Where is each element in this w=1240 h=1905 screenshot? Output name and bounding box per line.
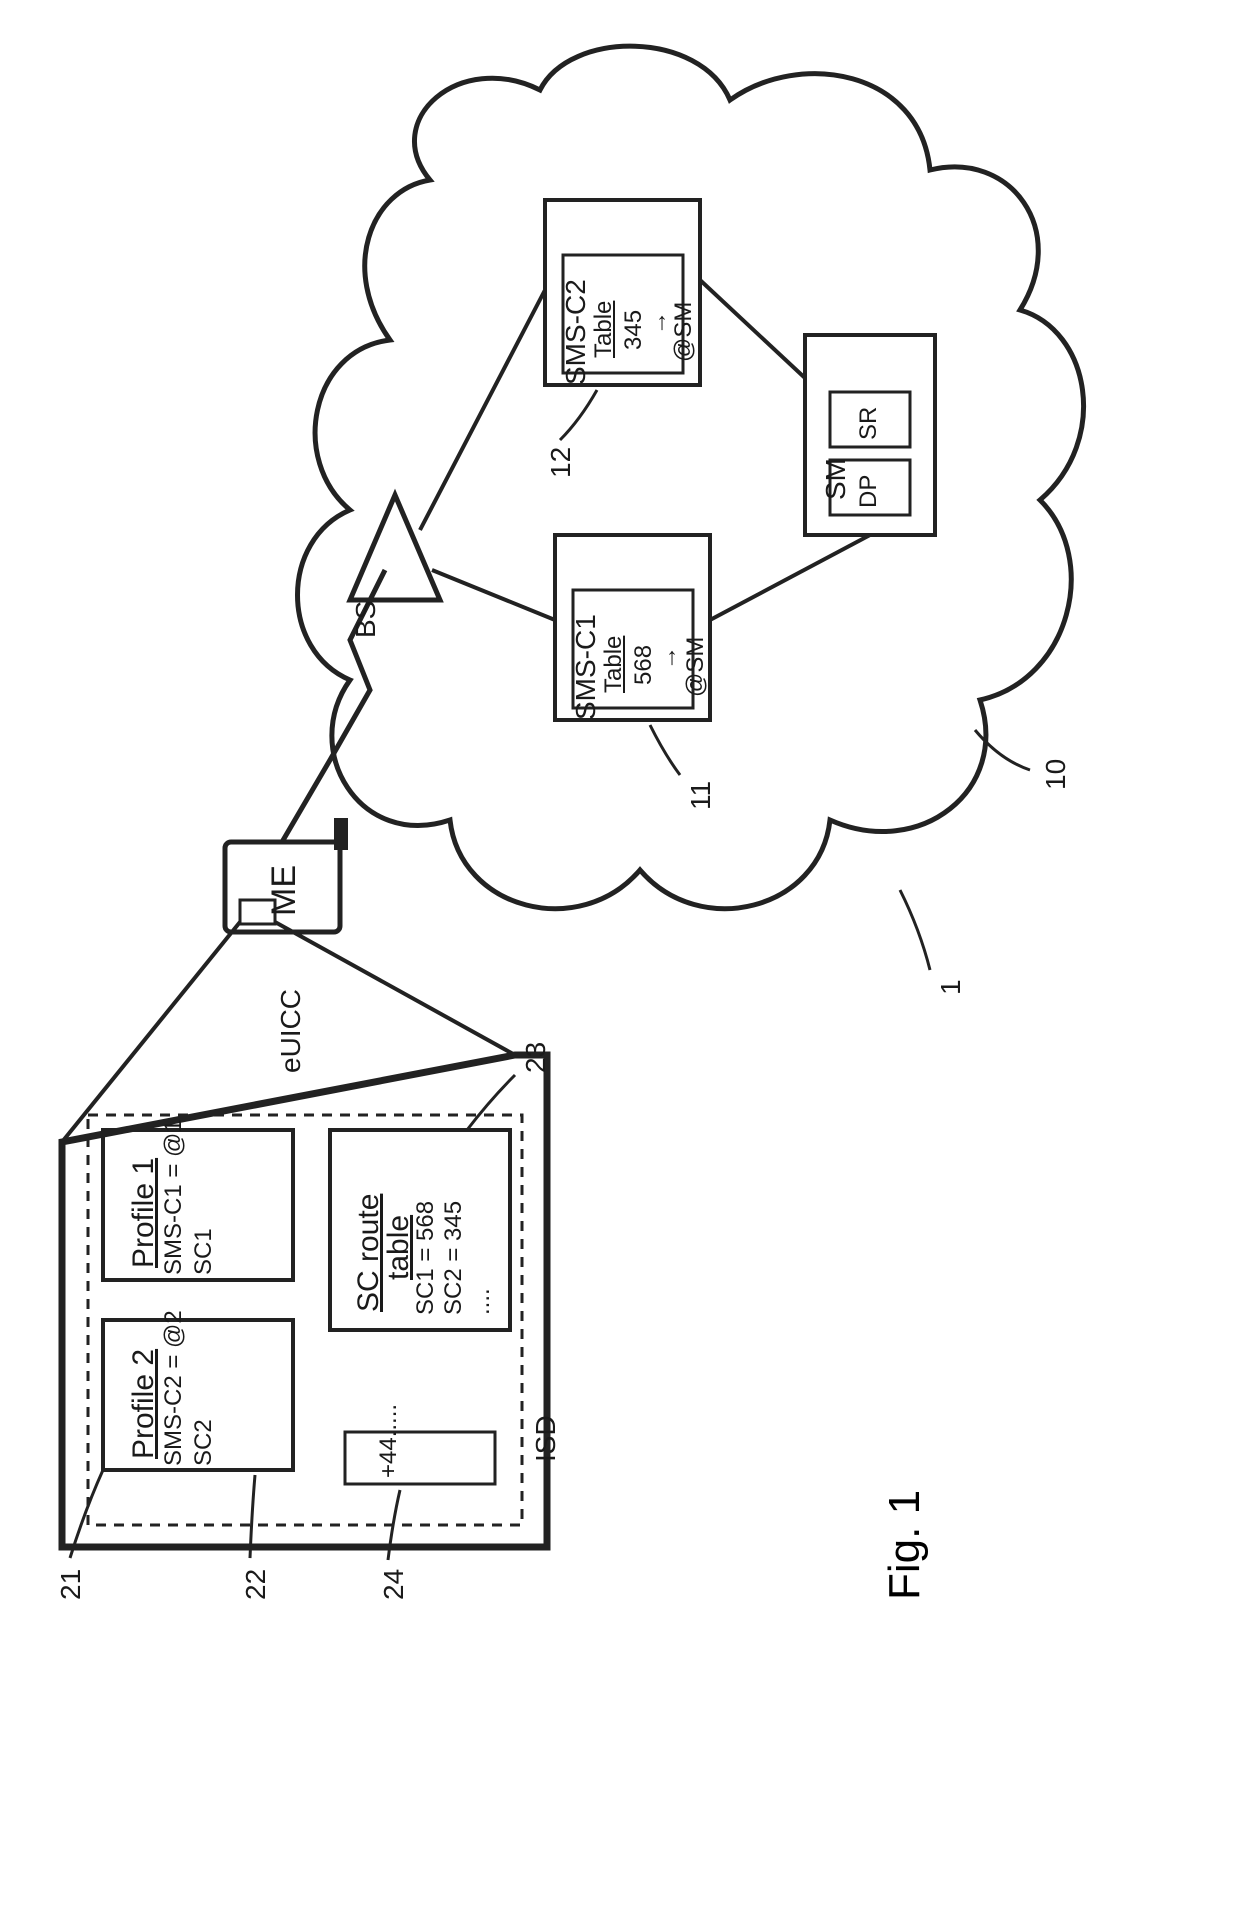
- smsc1-th: Table: [600, 636, 628, 693]
- ref-1: 1: [935, 979, 967, 995]
- smsc2-th: Table: [590, 301, 618, 358]
- diagram-canvas: Fig. 1 10 1 BS SMS-C2 Table 345 → @SM 12…: [0, 0, 1240, 1905]
- me-euicc-line2: [275, 922, 515, 1055]
- profile1-l2: SC1: [190, 1228, 218, 1275]
- bs-antenna: [350, 495, 440, 600]
- link-bs-smsc1: [432, 570, 555, 620]
- bs-label: BS: [350, 601, 382, 638]
- ref-23: 23: [520, 1042, 552, 1073]
- ref-24: 24: [378, 1569, 410, 1600]
- profile1-l1: SMS-C1 = @1: [160, 1119, 188, 1275]
- ref-10: 10: [1040, 759, 1072, 790]
- ref-22: 22: [240, 1569, 272, 1600]
- diagram-svg: [0, 0, 1240, 1905]
- profile2-l2: SC2: [190, 1419, 218, 1466]
- scroute-h1: SC route: [352, 1194, 386, 1312]
- smsc2-title: SMS-C2: [560, 279, 592, 385]
- sm-title: SM: [820, 458, 852, 500]
- me-euicc-line1: [62, 922, 240, 1142]
- link-smsc1-sm: [710, 535, 870, 620]
- profile1-header: Profile 1: [127, 1158, 161, 1268]
- me-label: ME: [265, 865, 304, 916]
- isd-label: ISD: [530, 1415, 562, 1462]
- smsc2-r2: →: [645, 311, 673, 335]
- scroute-l3: ....: [468, 1288, 496, 1315]
- link-bs-smsc2: [420, 290, 545, 530]
- smsc2-r3: @SM: [670, 302, 698, 362]
- figure-label: Fig. 1: [880, 1490, 930, 1600]
- ref-21: 21: [55, 1569, 87, 1600]
- ref-11: 11: [685, 781, 717, 810]
- profile2-header: Profile 2: [127, 1349, 161, 1459]
- smsc1-r3: @SM: [682, 637, 710, 697]
- scroute-l1: SC1 = 568: [412, 1201, 440, 1315]
- smsc1-title: SMS-C1: [570, 614, 602, 720]
- scroute-h2: table: [382, 1215, 416, 1280]
- smsc1-r1: 568: [630, 645, 658, 685]
- link-smsc2-sm: [700, 280, 805, 378]
- cloud-shape: [298, 46, 1084, 908]
- profile2-l1: SMS-C2 = @2: [160, 1310, 188, 1466]
- leader-12: [560, 390, 597, 440]
- sm-sr: SR: [855, 407, 883, 440]
- ref-12: 12: [545, 447, 577, 478]
- smsc1-r2: →: [655, 646, 683, 670]
- sm-dp: DP: [855, 475, 883, 508]
- smsc2-r1: 345: [620, 310, 648, 350]
- euicc-title: eUICC: [275, 989, 307, 1073]
- me-antenna: [334, 818, 348, 850]
- scroute-l2: SC2 = 345: [440, 1201, 468, 1315]
- leader-11: [650, 725, 680, 775]
- footer-text: +44.....: [375, 1404, 403, 1478]
- leader-1: [900, 890, 930, 970]
